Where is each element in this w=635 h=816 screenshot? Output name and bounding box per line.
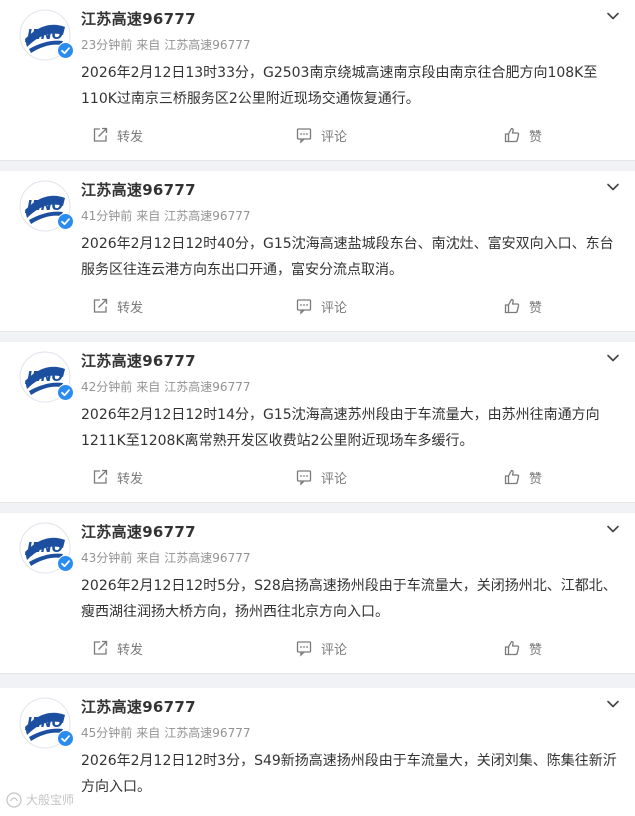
- post-meta: 43分钟前 来自 江苏高速96777: [81, 549, 250, 566]
- like-label: 赞: [529, 300, 543, 316]
- post-source[interactable]: 江苏高速96777: [164, 209, 250, 223]
- like-icon: [503, 468, 529, 486]
- repost-icon: [91, 639, 117, 657]
- post-card: JENO 江苏高速96777 43分钟前 来自 江苏高速96777 2026年2月1…: [0, 513, 635, 674]
- post-time[interactable]: 42分钟前: [81, 380, 132, 394]
- post-source[interactable]: 江苏高速96777: [164, 551, 250, 565]
- repost-icon: [91, 126, 117, 144]
- verified-badge-icon: [57, 42, 74, 59]
- action-bar: 转发 评论 赞: [0, 462, 635, 492]
- verified-badge-icon: [57, 555, 74, 572]
- watermark-logo-icon: [6, 791, 22, 808]
- post-text: 2026年2月12日12时3分，S49新扬高速扬州段由于车流量大，关闭刘集、陈集…: [81, 753, 617, 795]
- post-text: 2026年2月12日13时33分，G2503南京绕城高速南京段由南京往合肥方向1…: [81, 65, 598, 107]
- watermark: 大般宝师: [6, 791, 74, 808]
- comment-icon: [295, 126, 321, 144]
- action-bar: 转发 评论 赞: [0, 633, 635, 663]
- comment-button[interactable]: 评论: [295, 466, 347, 488]
- repost-button[interactable]: 转发: [91, 637, 143, 659]
- post-card: JENO 江苏高速96777 23分钟前 来自 江苏高速96777 2026年2月1…: [0, 0, 635, 161]
- post-meta: 41分钟前 来自 江苏高速96777: [81, 207, 250, 224]
- post-source[interactable]: 江苏高速96777: [164, 380, 250, 394]
- chevron-down-icon[interactable]: [603, 694, 623, 714]
- verified-badge-icon: [57, 213, 74, 230]
- chevron-down-icon[interactable]: [603, 6, 623, 26]
- comment-label: 评论: [321, 471, 348, 487]
- verified-badge-icon: [57, 730, 74, 747]
- repost-label: 转发: [117, 300, 144, 316]
- source-prefix: 来自: [136, 726, 161, 740]
- comment-label: 评论: [321, 642, 348, 658]
- comment-icon: [295, 297, 321, 315]
- watermark-text: 大般宝师: [26, 793, 75, 807]
- post-source[interactable]: 江苏高速96777: [164, 38, 250, 52]
- source-prefix: 来自: [136, 551, 161, 565]
- like-button[interactable]: 赞: [503, 124, 542, 146]
- like-button[interactable]: 赞: [503, 466, 542, 488]
- chevron-down-icon[interactable]: [603, 177, 623, 197]
- author-name[interactable]: 江苏高速96777: [81, 696, 196, 717]
- source-prefix: 来自: [136, 38, 161, 52]
- post-text: 2026年2月12日12时5分，S28启扬高速扬州段由于车流量大，关闭扬州北、江…: [81, 578, 617, 620]
- repost-button[interactable]: 转发: [91, 466, 143, 488]
- post-card: JENO 江苏高速96777 45分钟前 来自 江苏高速96777 2026年2月1…: [0, 688, 635, 816]
- repost-icon: [91, 468, 117, 486]
- like-button[interactable]: 赞: [503, 295, 542, 317]
- like-button[interactable]: 赞: [503, 637, 542, 659]
- post-time[interactable]: 45分钟前: [81, 726, 132, 740]
- author-name[interactable]: 江苏高速96777: [81, 179, 196, 200]
- like-label: 赞: [529, 471, 543, 487]
- source-prefix: 来自: [136, 209, 161, 223]
- author-name[interactable]: 江苏高速96777: [81, 8, 196, 29]
- comment-button[interactable]: 评论: [295, 637, 347, 659]
- chevron-down-icon[interactable]: [603, 519, 623, 539]
- repost-label: 转发: [117, 642, 144, 658]
- post-time[interactable]: 41分钟前: [81, 209, 132, 223]
- post-time[interactable]: 23分钟前: [81, 38, 132, 52]
- repost-button[interactable]: 转发: [91, 295, 143, 317]
- like-icon: [503, 639, 529, 657]
- verified-badge-icon: [57, 384, 74, 401]
- action-bar: 转发 评论 赞: [0, 120, 635, 150]
- chevron-down-icon[interactable]: [603, 348, 623, 368]
- author-name[interactable]: 江苏高速96777: [81, 521, 196, 542]
- comment-icon: [295, 468, 321, 486]
- like-label: 赞: [529, 129, 543, 145]
- repost-label: 转发: [117, 129, 144, 145]
- post-meta: 42分钟前 来自 江苏高速96777: [81, 378, 250, 395]
- post-meta: 23分钟前 来自 江苏高速96777: [81, 36, 250, 53]
- repost-button[interactable]: 转发: [91, 124, 143, 146]
- post-meta: 45分钟前 来自 江苏高速96777: [81, 724, 250, 741]
- post-card: JENO 江苏高速96777 41分钟前 来自 江苏高速96777 2026年2月1…: [0, 171, 635, 332]
- comment-label: 评论: [321, 300, 348, 316]
- post-text: 2026年2月12日12时14分，G15沈海高速苏州段由于车流量大，由苏州往南通…: [81, 407, 600, 449]
- author-name[interactable]: 江苏高速96777: [81, 350, 196, 371]
- post-source[interactable]: 江苏高速96777: [164, 726, 250, 740]
- like-icon: [503, 297, 529, 315]
- comment-button[interactable]: 评论: [295, 124, 347, 146]
- post-time[interactable]: 43分钟前: [81, 551, 132, 565]
- action-bar: 转发 评论 赞: [0, 291, 635, 321]
- like-label: 赞: [529, 642, 543, 658]
- source-prefix: 来自: [136, 380, 161, 394]
- repost-icon: [91, 297, 117, 315]
- like-icon: [503, 126, 529, 144]
- repost-label: 转发: [117, 471, 144, 487]
- comment-button[interactable]: 评论: [295, 295, 347, 317]
- comment-icon: [295, 639, 321, 657]
- comment-label: 评论: [321, 129, 348, 145]
- post-text: 2026年2月12日12时40分，G15沈海高速盐城段东台、南沈灶、富安双向入口…: [81, 236, 614, 278]
- post-card: JENO 江苏高速96777 42分钟前 来自 江苏高速96777 2026年2月1…: [0, 342, 635, 503]
